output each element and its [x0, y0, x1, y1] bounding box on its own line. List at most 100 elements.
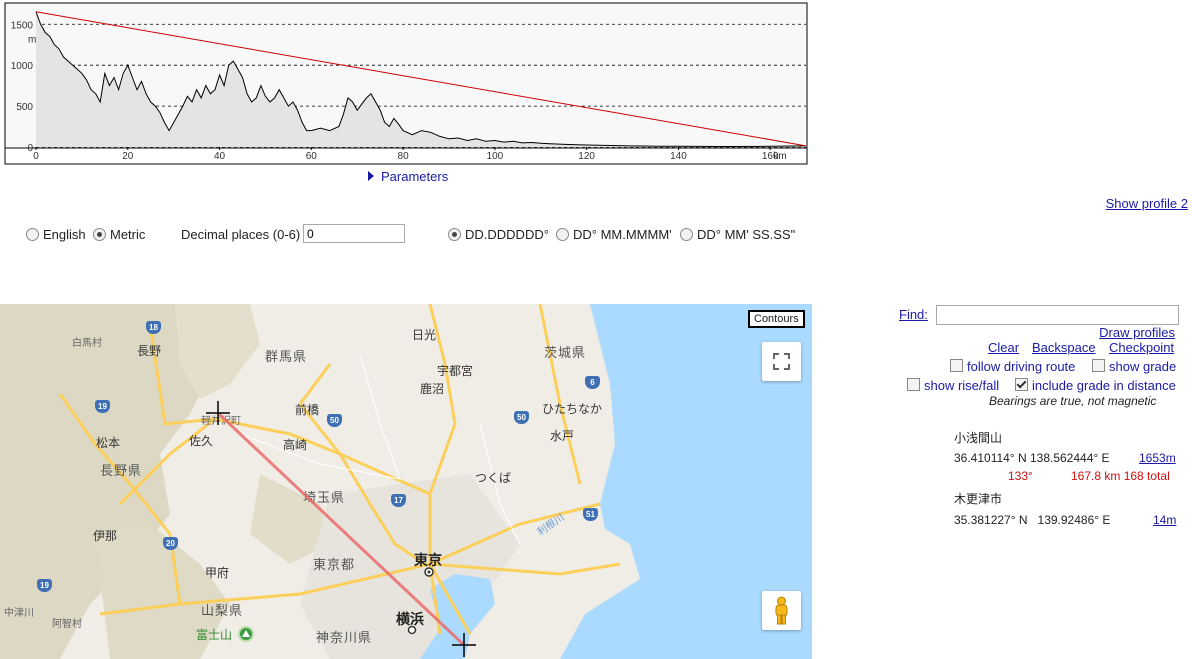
show-profile-2-link[interactable]: Show profile 2: [1106, 196, 1188, 211]
include-grade-label: include grade in distance: [1032, 378, 1176, 393]
x-unit-label: km: [773, 151, 786, 162]
metric-radio[interactable]: [93, 228, 106, 241]
checkpoint-link[interactable]: Checkpoint: [1109, 340, 1174, 355]
map-label: 山梨県: [201, 604, 244, 619]
map-label: 長野: [137, 344, 162, 358]
map-label: 神奈川県: [316, 631, 373, 646]
map-base-layer: [0, 304, 812, 659]
format-dd-radio[interactable]: [448, 228, 461, 241]
y-tick-label: 1500: [11, 20, 34, 31]
y-tick-label: 500: [16, 102, 33, 113]
x-tick-label: 80: [398, 151, 410, 162]
show-rise-fall-checkbox[interactable]: [907, 378, 920, 391]
decimal-places-label: Decimal places (0-6): [181, 227, 301, 242]
map-label: 阿智村: [52, 619, 82, 630]
map-label: 高崎: [283, 438, 308, 452]
street-view-pegman-button[interactable]: [762, 591, 801, 630]
fullscreen-button[interactable]: [762, 342, 801, 381]
map-label: つくば: [475, 471, 512, 485]
route-shield: 17: [391, 494, 406, 507]
map-label: 白馬村: [72, 338, 102, 349]
x-tick-label: 40: [214, 151, 226, 162]
map-label: 埼玉県: [303, 491, 346, 506]
pegman-icon: [775, 596, 788, 625]
decimal-places-input[interactable]: [303, 224, 405, 243]
x-tick-label: 100: [487, 151, 504, 162]
include-grade-option[interactable]: include grade in distance: [1015, 378, 1176, 393]
x-tick-label: 0: [33, 151, 39, 162]
map-label: 松本: [96, 436, 121, 450]
mount-fuji-park: [238, 626, 254, 642]
map-label: 甲府: [205, 566, 230, 580]
parameters-toggle[interactable]: Parameters: [368, 169, 448, 184]
map-label: 水戸: [550, 429, 575, 443]
format-ddmm-option[interactable]: DD° MM.MMMM': [556, 227, 672, 242]
x-tick-label: 20: [122, 151, 134, 162]
point1-elevation-link[interactable]: 1653m: [1139, 451, 1176, 465]
route-shield: 50: [327, 414, 342, 427]
include-grade-checkbox[interactable]: [1015, 378, 1028, 391]
point1-coords: 36.410114° N 138.562444° E: [954, 451, 1110, 465]
point1-name: 小浅間山: [954, 431, 1003, 445]
point2-coords: 35.381227° N 139.92486° E: [954, 513, 1111, 527]
y-unit-label: m: [28, 34, 36, 45]
contours-button[interactable]: Contours: [748, 310, 805, 328]
map-label: 伊那: [93, 529, 118, 543]
route-shield: 19: [37, 579, 52, 592]
format-ddmm-radio[interactable]: [556, 228, 569, 241]
map-label: 日光: [412, 328, 437, 342]
map-label: 群馬県: [265, 350, 308, 365]
x-tick-label: 140: [670, 151, 687, 162]
format-ddmmss-radio[interactable]: [680, 228, 693, 241]
backspace-link[interactable]: Backspace: [1032, 340, 1096, 355]
follow-driving-route-checkbox[interactable]: [950, 359, 963, 372]
map-label: 宇都宮: [437, 364, 474, 378]
map-label: 中津川: [4, 608, 34, 619]
x-tick-label: 60: [306, 151, 318, 162]
format-ddmm-label: DD° MM.MMMM': [573, 227, 672, 242]
units-metric-option[interactable]: Metric: [93, 227, 145, 242]
show-rise-fall-option[interactable]: show rise/fall: [907, 378, 999, 393]
english-radio[interactable]: [26, 228, 39, 241]
clear-link[interactable]: Clear: [988, 340, 1019, 355]
show-rise-fall-label: show rise/fall: [924, 378, 1000, 393]
follow-driving-route-option[interactable]: follow driving route: [950, 359, 1075, 374]
parameters-label: Parameters: [381, 169, 449, 184]
point2-elevation-link[interactable]: 14m: [1153, 513, 1176, 527]
y-tick-label: 1000: [11, 61, 34, 72]
map-view[interactable]: 白馬村 長野 群馬県 日光 宇都宮 鹿沼 茨城県 前橋 ひたちなか 軽井沢町 佐…: [0, 304, 812, 659]
route-shield: 18: [146, 321, 161, 334]
elevation-profile-chart: 1500 1000 500 0 m 0 20 40 60 80 100 120 140 160 km: [0, 0, 812, 168]
map-label: 富士山: [196, 628, 233, 642]
map-label: 前橋: [295, 403, 320, 417]
follow-driving-route-label: follow driving route: [967, 359, 1076, 374]
format-dd-option[interactable]: DD.DDDDDD°: [448, 227, 549, 242]
map-label: ひたちなか: [542, 402, 603, 416]
bearings-note: Bearings are true, not magnetic: [989, 394, 1157, 408]
metric-label: Metric: [110, 227, 146, 242]
route-shield: 6: [585, 376, 600, 389]
route-shield: 19: [95, 400, 110, 413]
route-shield: 20: [163, 537, 178, 550]
draw-profiles-link[interactable]: Draw profiles: [1099, 325, 1175, 340]
format-ddmmss-option[interactable]: DD° MM' SS.SS": [680, 227, 795, 242]
map-label: 東京: [414, 553, 442, 569]
find-label-link[interactable]: Find:: [899, 307, 928, 322]
map-label: 東京都: [313, 558, 356, 573]
triangle-right-icon: [368, 171, 374, 181]
point2-name: 木更津市: [954, 492, 1003, 506]
show-grade-checkbox[interactable]: [1092, 359, 1105, 372]
map-label: 横浜: [396, 612, 424, 628]
show-grade-label: show grade: [1109, 359, 1177, 374]
map-label: 佐久: [189, 434, 214, 448]
show-grade-option[interactable]: show grade: [1092, 359, 1176, 374]
map-label: 長野県: [100, 464, 143, 479]
segment-distance: 167.8 km 168 total: [1071, 469, 1170, 483]
format-dd-label: DD.DDDDDD°: [465, 227, 549, 242]
x-tick-label: 120: [578, 151, 595, 162]
map-label: 軽井沢町: [201, 416, 241, 427]
units-english-option[interactable]: English: [26, 227, 86, 242]
english-label: English: [43, 227, 86, 242]
find-input[interactable]: [936, 305, 1179, 325]
segment-bearing: 133°: [1008, 469, 1033, 483]
